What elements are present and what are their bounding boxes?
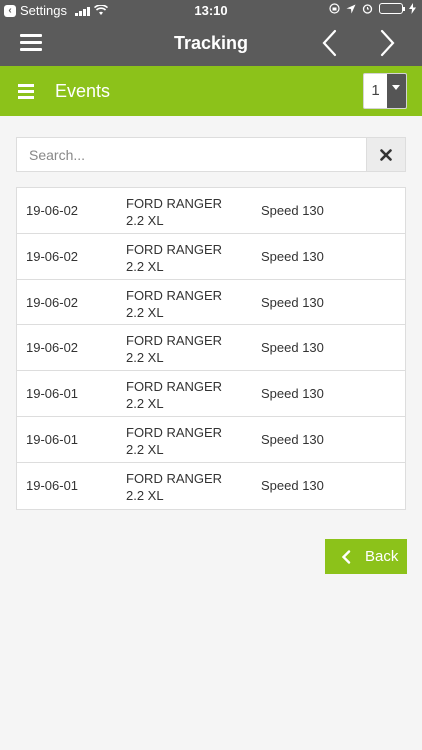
event-vehicle: FORD RANGER 2.2 XL: [126, 287, 223, 320]
status-bar: ‹ Settings 13:10: [0, 0, 422, 20]
event-date: 19-06-02: [26, 248, 79, 264]
events-menu-icon[interactable]: [18, 84, 34, 100]
events-table: 19-06-02 FORD RANGER 2.2 XL Speed 130 19…: [16, 187, 406, 510]
table-row[interactable]: 19-06-01 FORD RANGER 2.2 XL Speed 130: [17, 463, 405, 509]
event-description: Speed 130: [261, 386, 324, 402]
table-row[interactable]: 19-06-02 FORD RANGER 2.2 XL Speed 130: [17, 280, 405, 326]
event-description: Speed 130: [261, 248, 324, 264]
table-row[interactable]: 19-06-02 FORD RANGER 2.2 XL Speed 130: [17, 234, 405, 280]
table-row[interactable]: 19-06-01 FORD RANGER 2.2 XL Speed 130: [17, 371, 405, 417]
event-vehicle: FORD RANGER 2.2 XL: [126, 470, 223, 503]
event-description: Speed 130: [261, 431, 324, 447]
page-title: Tracking: [173, 33, 249, 53]
event-description: Speed 130: [261, 477, 324, 493]
app-header: Tracking: [0, 20, 422, 66]
event-date: 19-06-02: [26, 340, 79, 356]
back-button-label: Back: [365, 548, 399, 565]
event-vehicle: FORD RANGER 2.2 XL: [126, 241, 223, 274]
event-vehicle: FORD RANGER 2.2 XL: [126, 379, 223, 412]
status-right: [329, 3, 416, 14]
table-row[interactable]: 19-06-02 FORD RANGER 2.2 XL Speed 130: [17, 325, 405, 372]
clear-search-button[interactable]: [366, 137, 406, 172]
event-date: 19-06-01: [26, 477, 79, 493]
events-title: Events: [55, 81, 111, 101]
event-vehicle: FORD RANGER 2.2 XL: [126, 333, 223, 366]
next-arrow-icon[interactable]: [372, 28, 402, 58]
page-select-value: 1: [371, 82, 380, 99]
table-row[interactable]: 19-06-01 FORD RANGER 2.2 XL Speed 130: [17, 417, 405, 463]
orientation-lock-icon: [329, 3, 340, 14]
event-vehicle: FORD RANGER 2.2 XL: [126, 196, 223, 228]
page-select[interactable]: 1: [363, 73, 407, 109]
back-button[interactable]: Back: [325, 539, 407, 574]
chevron-left-icon: [341, 549, 351, 564]
location-icon: [346, 4, 356, 13]
alarm-icon: [362, 4, 373, 14]
charging-icon: [409, 3, 416, 14]
search-input[interactable]: [17, 138, 367, 171]
event-description: Speed 130: [261, 340, 324, 356]
search-box: [16, 137, 367, 172]
event-date: 19-06-01: [26, 431, 79, 447]
event-date: 19-06-01: [26, 386, 79, 402]
event-date: 19-06-02: [26, 203, 79, 218]
previous-arrow-icon[interactable]: [315, 28, 345, 58]
events-header: Events: [0, 66, 422, 116]
event-date: 19-06-02: [26, 294, 79, 310]
close-icon: [380, 148, 392, 161]
event-description: Speed 130: [261, 203, 324, 218]
table-row[interactable]: 19-06-02 FORD RANGER 2.2 XL Speed 130: [17, 188, 405, 234]
event-description: Speed 130: [261, 294, 324, 310]
battery-icon: [379, 3, 405, 14]
event-vehicle: FORD RANGER 2.2 XL: [126, 424, 223, 457]
dropdown-arrow-icon: [387, 74, 406, 108]
